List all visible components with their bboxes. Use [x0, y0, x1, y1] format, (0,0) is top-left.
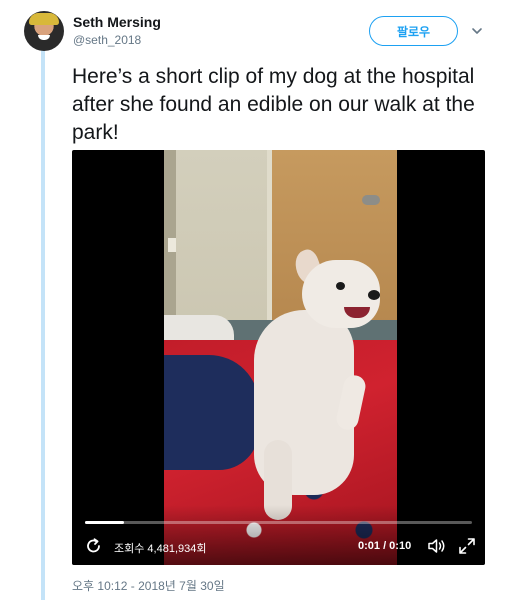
view-count: 조회수 4,481,934회 [114, 543, 207, 555]
avatar-smile [38, 35, 50, 40]
fullscreen-icon[interactable] [457, 536, 477, 556]
dog-nose [368, 290, 380, 300]
avatar-hair [29, 13, 59, 25]
volume-icon[interactable] [426, 536, 448, 556]
tweet-timestamp[interactable]: 오후 10:12 - 2018년 7월 30일 [72, 577, 225, 594]
user-info[interactable]: Seth Mersing @seth_2018 [73, 14, 161, 47]
avatar[interactable] [24, 11, 64, 51]
dog-eye [336, 282, 345, 290]
door-handle [362, 195, 380, 205]
chevron-down-icon[interactable] [470, 24, 484, 38]
blanket-fold [164, 355, 259, 470]
progress-bar[interactable] [85, 521, 472, 524]
follow-button[interactable]: 팔로우 [369, 16, 458, 46]
light-switch [168, 238, 176, 252]
user-handle[interactable]: @seth_2018 [73, 33, 161, 47]
video-controls: 조회수 4,481,934회 0:01 / 0:10 [72, 505, 485, 565]
user-name[interactable]: Seth Mersing [73, 14, 161, 30]
time-display: 0:01 / 0:10 [358, 540, 412, 552]
video-player[interactable]: 조회수 4,481,934회 0:01 / 0:10 [72, 150, 485, 565]
thread-connector-line [41, 50, 45, 600]
progress-fill [85, 521, 124, 524]
tweet-text: Here’s a short clip of my dog at the hos… [72, 65, 475, 144]
video-frame [164, 150, 397, 565]
replay-icon[interactable] [84, 536, 104, 556]
